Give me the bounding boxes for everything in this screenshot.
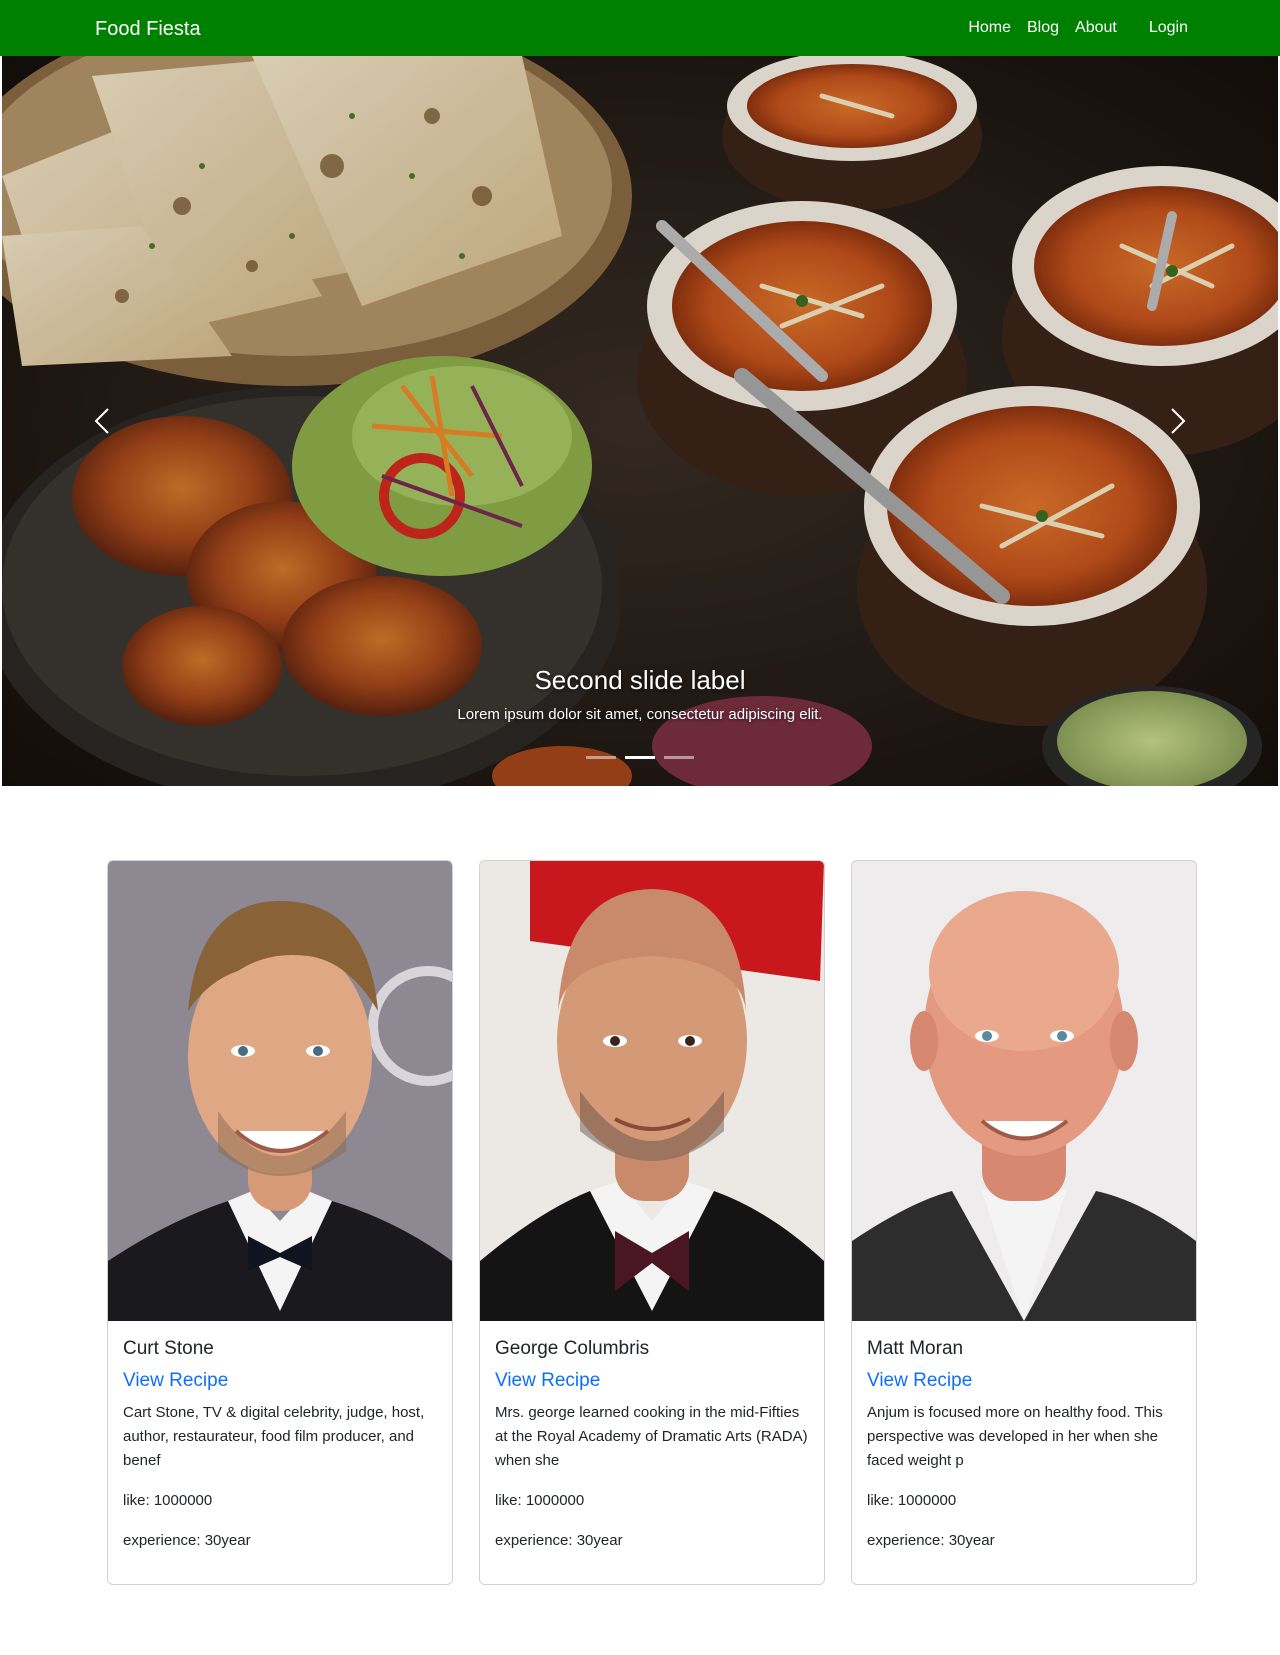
card-body: George Columbris View Recipe Mrs. george… bbox=[480, 1321, 824, 1569]
chef-likes: like: 1000000 bbox=[495, 1492, 585, 1509]
chef-name: Matt Moran bbox=[867, 1338, 964, 1359]
chef-photo-curt-stone bbox=[108, 861, 452, 1321]
caption-title: Second slide label bbox=[534, 665, 746, 695]
chef-description: Cart Stone, TV & digital celebrity, judg… bbox=[123, 1404, 425, 1469]
hero-carousel: Second slide label Lorem ipsum dolor sit… bbox=[2, 56, 1278, 786]
carousel-indicators bbox=[2, 756, 1278, 759]
nav-links: Home Blog About Login bbox=[960, 16, 1196, 40]
indicator-slide-1[interactable] bbox=[586, 756, 616, 759]
nav-about-link[interactable]: About bbox=[1067, 16, 1125, 40]
chef-experience: experience: 30year bbox=[867, 1532, 995, 1549]
chef-likes: like: 1000000 bbox=[123, 1492, 213, 1509]
chef-likes: like: 1000000 bbox=[867, 1492, 957, 1509]
chef-description: Mrs. george learned cooking in the mid-F… bbox=[495, 1404, 808, 1469]
chef-card-matt-moran: Matt Moran View Recipe Anjum is focused … bbox=[851, 860, 1197, 1585]
chef-name: George Columbris bbox=[495, 1338, 650, 1359]
indicator-slide-2[interactable] bbox=[625, 756, 655, 759]
brand-link[interactable]: Food Fiesta bbox=[95, 17, 201, 41]
view-recipe-link[interactable]: View Recipe bbox=[867, 1369, 1181, 1393]
nav-blog-link[interactable]: Blog bbox=[1019, 16, 1067, 40]
chef-description: Anjum is focused more on healthy food. T… bbox=[867, 1404, 1163, 1469]
chef-cards: Curt Stone View Recipe Cart Stone, TV & … bbox=[107, 860, 1197, 1585]
chef-name: Curt Stone bbox=[123, 1338, 214, 1359]
chevron-right-icon bbox=[1171, 408, 1186, 434]
chevron-left-icon bbox=[94, 408, 109, 434]
indicator-slide-3[interactable] bbox=[664, 756, 694, 759]
card-body: Matt Moran View Recipe Anjum is focused … bbox=[852, 1321, 1196, 1569]
nav-login-link[interactable]: Login bbox=[1141, 16, 1196, 40]
chef-card-curt-stone: Curt Stone View Recipe Cart Stone, TV & … bbox=[107, 860, 453, 1585]
caption-text: Lorem ipsum dolor sit amet, consectetur … bbox=[457, 706, 823, 723]
chef-experience: experience: 30year bbox=[495, 1532, 623, 1549]
chef-photo-george-columbris bbox=[480, 861, 824, 1321]
view-recipe-link[interactable]: View Recipe bbox=[495, 1369, 809, 1393]
carousel-caption: Second slide label Lorem ipsum dolor sit… bbox=[2, 664, 1278, 726]
chef-experience: experience: 30year bbox=[123, 1532, 251, 1549]
view-recipe-link[interactable]: View Recipe bbox=[123, 1369, 437, 1393]
chef-card-george-columbris: George Columbris View Recipe Mrs. george… bbox=[479, 860, 825, 1585]
chef-photo-matt-moran bbox=[852, 861, 1196, 1321]
card-body: Curt Stone View Recipe Cart Stone, TV & … bbox=[108, 1321, 452, 1569]
nav-home-link[interactable]: Home bbox=[960, 16, 1019, 40]
navbar: Food Fiesta Home Blog About Login bbox=[0, 0, 1280, 56]
